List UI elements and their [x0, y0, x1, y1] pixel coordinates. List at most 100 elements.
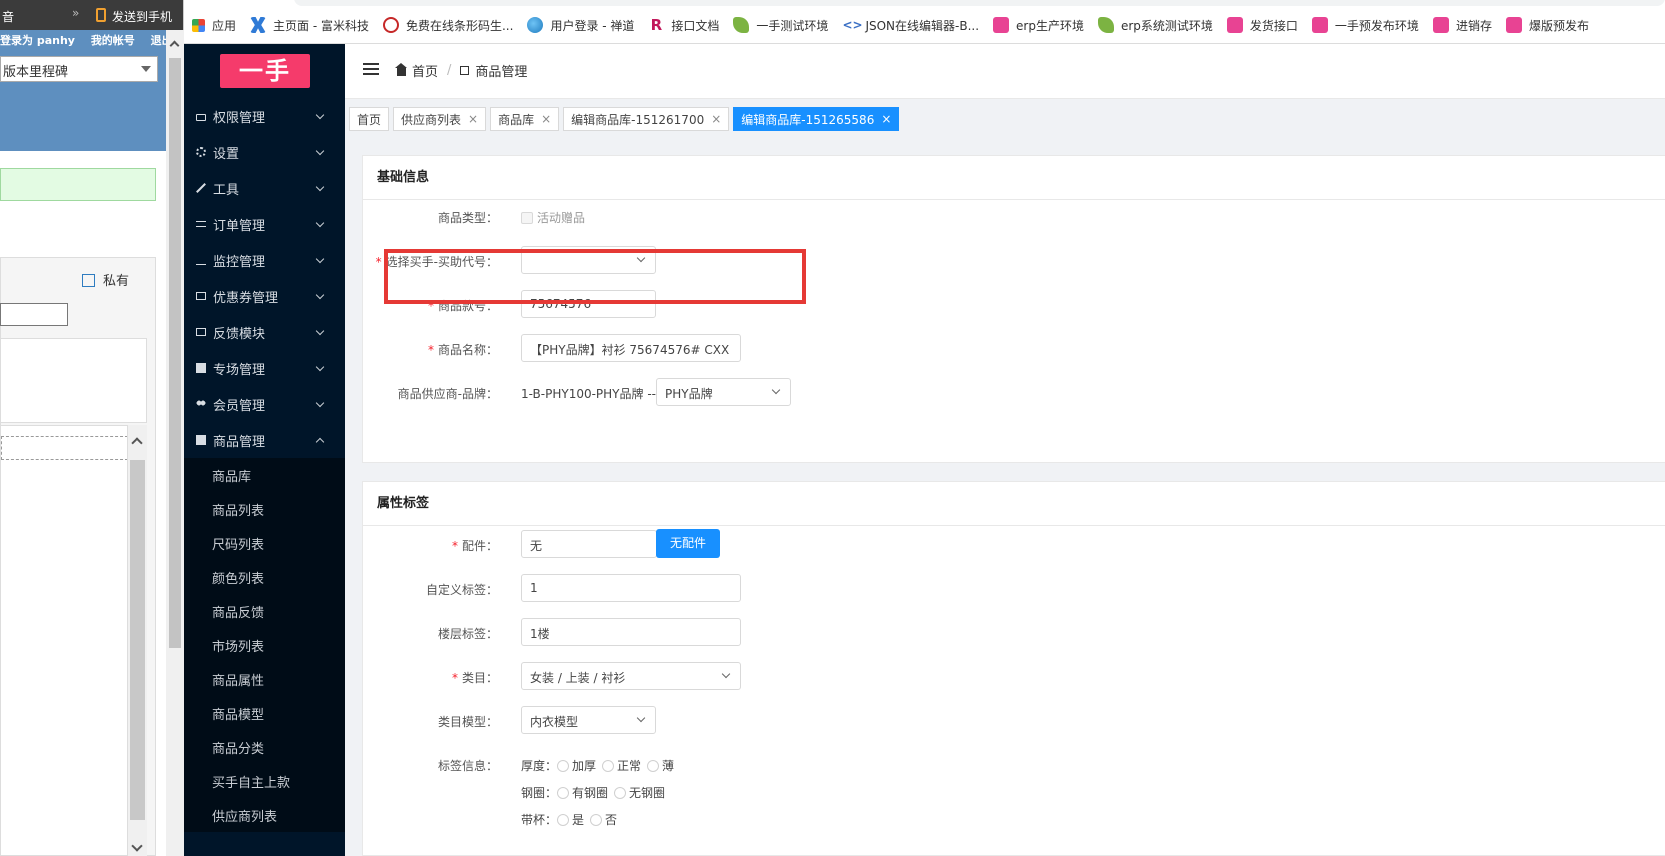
cup-option[interactable]: 否: [590, 813, 617, 827]
goods-name-row: * 商品名称： 【PHY品牌】衬衫 75674576# CXX: [363, 334, 1163, 364]
radio-icon[interactable]: [614, 787, 627, 799]
basic-info-title: 基础信息: [363, 156, 1665, 200]
sidebar-submenu-item[interactable]: 商品模型: [184, 696, 345, 730]
attribute-tags-card: 属性标签 * 配件： 无 无配件 自定义标签： 1 楼层标签： 1楼 * 类目： 女…: [362, 481, 1665, 856]
sidebar-menu-item[interactable]: 反馈模块: [184, 314, 345, 350]
scroll-down-icon[interactable]: [131, 840, 143, 852]
sidebar-submenu-item[interactable]: 尺码列表: [184, 526, 345, 560]
checkbox-icon[interactable]: [521, 212, 533, 224]
tab-item[interactable]: 商品库 ×: [490, 107, 560, 131]
category-select[interactable]: 女装 / 上装 / 衬衫: [521, 662, 741, 690]
sidebar-menu-label: 专场管理: [213, 362, 266, 378]
radio-icon[interactable]: [557, 760, 570, 772]
sidebar-submenu-item[interactable]: 商品分类: [184, 730, 345, 764]
gift-checkbox[interactable]: 活动赠品: [521, 209, 585, 226]
sidebar-submenu-item[interactable]: 市场列表: [184, 628, 345, 662]
sidebar-menu-item[interactable]: 订单管理: [184, 206, 345, 242]
tab-item[interactable]: 首页: [349, 107, 390, 131]
sidebar-menu-item[interactable]: 商品管理: [184, 422, 345, 458]
sidebar-submenu-item[interactable]: 商品库: [184, 458, 345, 492]
close-icon[interactable]: ×: [881, 112, 891, 126]
no-accessory-button[interactable]: 无配件: [656, 529, 721, 558]
tab-item[interactable]: 供应商列表 ×: [393, 107, 487, 131]
checkbox-icon[interactable]: [82, 274, 95, 287]
sidebar-submenu-item[interactable]: 商品反馈: [184, 594, 345, 628]
tab-item[interactable]: 编辑商品库-151265586 ×: [733, 107, 900, 131]
bookmark-item[interactable]: 发货接口: [1226, 16, 1298, 34]
brand-select[interactable]: PHY品牌: [656, 378, 791, 406]
leaf-icon: [1097, 17, 1114, 33]
close-icon[interactable]: ×: [541, 112, 551, 126]
thickness-option-label: 正常: [617, 759, 642, 773]
bookmark-item[interactable]: R 接口文档: [648, 16, 720, 34]
send-to-phone-link[interactable]: 发送到手机: [112, 8, 172, 25]
wire-option[interactable]: 有钢圈: [557, 786, 608, 800]
tag-info-row: 标签信息： 厚度： 加厚 正常 薄 钢圈： 有钢圈 无钢圈 带杯： 是 否: [363, 750, 1163, 840]
breadcrumb: 首页 / 商品管理: [395, 61, 528, 80]
bg-list-scrollbar[interactable]: [127, 425, 147, 856]
bg-text-input[interactable]: [0, 303, 68, 326]
radio-icon[interactable]: [557, 787, 570, 799]
radio-icon[interactable]: [590, 814, 603, 826]
chevron-down-icon: [636, 713, 646, 723]
scrollbar-thumb[interactable]: [169, 58, 181, 648]
custom-tag-input[interactable]: 1: [521, 574, 741, 602]
bookmark-item[interactable]: 进销存: [1432, 16, 1492, 34]
sidebar-menu-item[interactable]: 监控管理: [184, 242, 345, 278]
bg-my-account-link[interactable]: 我的帐号: [91, 34, 135, 47]
tab-item[interactable]: 编辑商品库-151261700 ×: [563, 107, 730, 131]
cup-option[interactable]: 是: [557, 813, 584, 827]
bookmark-item[interactable]: 免费在线条形码生...: [382, 16, 513, 34]
thickness-option[interactable]: 加厚: [557, 759, 596, 773]
breadcrumb-current: 商品管理: [475, 65, 528, 80]
bookmark-item[interactable]: 一手测试环境: [733, 16, 828, 34]
sidebar-submenu-item[interactable]: 买手自主上款: [184, 764, 345, 798]
radio-icon[interactable]: [602, 760, 615, 772]
wire-option[interactable]: 无钢圈: [614, 786, 665, 800]
thickness-option[interactable]: 薄: [647, 759, 674, 773]
breadcrumb-home[interactable]: 首页: [412, 61, 438, 80]
radio-icon[interactable]: [647, 760, 660, 772]
sidebar-menu-item[interactable]: 权限管理: [184, 98, 345, 134]
goods-name-input[interactable]: 【PHY品牌】衬衫 75674576# CXX: [521, 334, 741, 362]
sidebar-menu-item[interactable]: 工具: [184, 170, 345, 206]
bookmark-item[interactable]: 一手预发布环境: [1311, 16, 1419, 34]
bg-list-row[interactable]: [1, 436, 128, 460]
sidebar-menu-item[interactable]: 会员管理: [184, 386, 345, 422]
sidebar-submenu-item[interactable]: 供应商列表: [184, 798, 345, 832]
close-icon[interactable]: ×: [711, 112, 721, 126]
bg-private-checkbox[interactable]: 私有: [82, 270, 129, 289]
address-bar[interactable]: [294, 0, 1665, 6]
thickness-option[interactable]: 正常: [602, 759, 641, 773]
app-logo[interactable]: 一手: [220, 54, 310, 88]
accessory-input[interactable]: 无: [521, 530, 657, 558]
scroll-up-icon[interactable]: [131, 437, 143, 449]
bg-window-topbar: 音 » 发送到手机: [0, 0, 183, 30]
overflow-chevron-icon[interactable]: »: [72, 6, 79, 20]
scroll-up-icon[interactable]: [169, 40, 180, 51]
bookmark-item[interactable]: erp系统测试环境: [1097, 16, 1213, 34]
bookmark-item[interactable]: 爆版预发布: [1505, 16, 1589, 34]
close-icon[interactable]: ×: [468, 112, 478, 126]
scrollbar-thumb[interactable]: [130, 460, 145, 820]
bookmark-item[interactable]: 主页面 - 富米科技: [250, 16, 369, 34]
sidebar-submenu-item[interactable]: 颜色列表: [184, 560, 345, 594]
chevron-down-icon: [315, 290, 325, 300]
sidebar-menu-item[interactable]: 专场管理: [184, 350, 345, 386]
sidebar-submenu-item[interactable]: 商品属性: [184, 662, 345, 696]
bg-window-scrollbar[interactable]: [166, 30, 184, 856]
bookmark-item[interactable]: <> JSON在线编辑器-B...: [842, 16, 979, 34]
floor-tag-input[interactable]: 1楼: [521, 618, 741, 646]
bg-milestone-select[interactable]: 版本里程碑: [0, 56, 158, 82]
sidebar-menu-item[interactable]: 设置: [184, 134, 345, 170]
sidebar-submenu-item[interactable]: 商品列表: [184, 492, 345, 526]
sidebar-menu-item[interactable]: 优惠券管理: [184, 278, 345, 314]
bookmark-item[interactable]: 应用: [192, 16, 236, 34]
hamburger-menu-icon[interactable]: [363, 63, 379, 75]
bookmark-item[interactable]: 用户登录 - 禅道: [527, 16, 634, 34]
category-model-select[interactable]: 内衣模型: [521, 706, 656, 734]
bookmark-item[interactable]: erp生产环境: [993, 16, 1084, 34]
bg-list-box[interactable]: [0, 425, 147, 856]
bg-milestone-value: 版本里程碑: [3, 65, 69, 80]
radio-icon[interactable]: [557, 814, 570, 826]
